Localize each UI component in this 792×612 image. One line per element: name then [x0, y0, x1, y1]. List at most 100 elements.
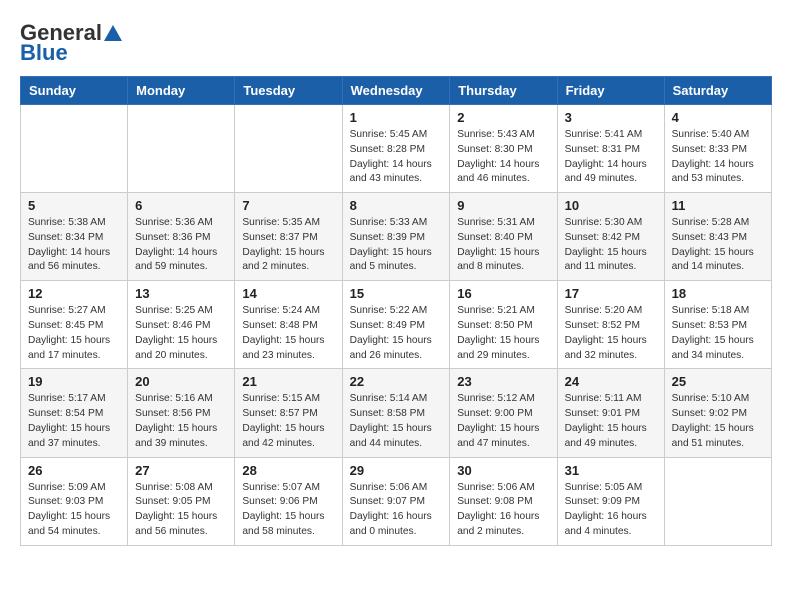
day-info: Sunrise: 5:07 AM Sunset: 9:06 PM Dayligh…	[242, 481, 334, 540]
day-number: 16	[457, 286, 549, 301]
weekday-header-thursday: Thursday	[450, 77, 557, 105]
day-info: Sunrise: 5:24 AM Sunset: 8:48 PM Dayligh…	[242, 304, 334, 363]
day-number: 20	[135, 374, 227, 389]
calendar-cell: 2 Sunrise: 5:43 AM Sunset: 8:30 PM Daylig…	[450, 105, 557, 193]
logo-icon	[102, 23, 124, 45]
calendar-cell	[21, 105, 128, 193]
day-info: Sunrise: 5:28 AM Sunset: 8:43 PM Dayligh…	[672, 216, 764, 275]
day-number: 11	[672, 198, 764, 213]
calendar-cell: 21 Sunrise: 5:15 AM Sunset: 8:57 PM Dayli…	[235, 369, 342, 457]
weekday-header-tuesday: Tuesday	[235, 77, 342, 105]
day-number: 25	[672, 374, 764, 389]
calendar-cell	[235, 105, 342, 193]
calendar-cell: 4 Sunrise: 5:40 AM Sunset: 8:33 PM Daylig…	[664, 105, 771, 193]
day-number: 22	[350, 374, 443, 389]
day-number: 23	[457, 374, 549, 389]
day-number: 4	[672, 110, 764, 125]
calendar-cell: 7 Sunrise: 5:35 AM Sunset: 8:37 PM Daylig…	[235, 193, 342, 281]
calendar-cell: 6Sunrise: 5:36 AM Sunset: 8:36 PM Daylig…	[128, 193, 235, 281]
calendar-cell: 31 Sunrise: 5:05 AM Sunset: 9:09 PM Dayli…	[557, 457, 664, 545]
day-info: Sunrise: 5:17 AM Sunset: 8:54 PM Dayligh…	[28, 392, 120, 451]
day-number: 28	[242, 463, 334, 478]
day-info: Sunrise: 5:12 AM Sunset: 9:00 PM Dayligh…	[457, 392, 549, 451]
calendar-cell: 17Sunrise: 5:20 AM Sunset: 8:52 PM Dayli…	[557, 281, 664, 369]
calendar-week-4: 19 Sunrise: 5:17 AM Sunset: 8:54 PM Dayli…	[21, 369, 772, 457]
day-info: Sunrise: 5:08 AM Sunset: 9:05 PM Dayligh…	[135, 481, 227, 540]
day-info: Sunrise: 5:45 AM Sunset: 8:28 PM Dayligh…	[350, 128, 443, 187]
day-info: Sunrise: 5:41 AM Sunset: 8:31 PM Dayligh…	[565, 128, 657, 187]
calendar-cell: 3 Sunrise: 5:41 AM Sunset: 8:31 PM Daylig…	[557, 105, 664, 193]
day-number: 18	[672, 286, 764, 301]
day-info: Sunrise: 5:33 AM Sunset: 8:39 PM Dayligh…	[350, 216, 443, 275]
day-info: Sunrise: 5:15 AM Sunset: 8:57 PM Dayligh…	[242, 392, 334, 451]
day-number: 30	[457, 463, 549, 478]
day-number: 14	[242, 286, 334, 301]
weekday-header-sunday: Sunday	[21, 77, 128, 105]
calendar-cell: 5Sunrise: 5:38 AM Sunset: 8:34 PM Daylig…	[21, 193, 128, 281]
day-info: Sunrise: 5:20 AM Sunset: 8:52 PM Dayligh…	[565, 304, 657, 363]
calendar-cell: 19 Sunrise: 5:17 AM Sunset: 8:54 PM Dayli…	[21, 369, 128, 457]
weekday-header-saturday: Saturday	[664, 77, 771, 105]
day-info: Sunrise: 5:22 AM Sunset: 8:49 PM Dayligh…	[350, 304, 443, 363]
calendar-cell: 14 Sunrise: 5:24 AM Sunset: 8:48 PM Dayli…	[235, 281, 342, 369]
day-number: 27	[135, 463, 227, 478]
calendar-cell: 24Sunrise: 5:11 AM Sunset: 9:01 PM Dayli…	[557, 369, 664, 457]
logo: General Blue	[20, 20, 124, 66]
day-number: 2	[457, 110, 549, 125]
day-number: 3	[565, 110, 657, 125]
day-info: Sunrise: 5:27 AM Sunset: 8:45 PM Dayligh…	[28, 304, 120, 363]
day-info: Sunrise: 5:16 AM Sunset: 8:56 PM Dayligh…	[135, 392, 227, 451]
day-number: 21	[242, 374, 334, 389]
calendar-cell	[128, 105, 235, 193]
day-number: 19	[28, 374, 120, 389]
day-info: Sunrise: 5:10 AM Sunset: 9:02 PM Dayligh…	[672, 392, 764, 451]
day-number: 8	[350, 198, 443, 213]
calendar-cell: 10 Sunrise: 5:30 AM Sunset: 8:42 PM Dayli…	[557, 193, 664, 281]
day-number: 6	[135, 198, 227, 213]
day-number: 29	[350, 463, 443, 478]
calendar-week-2: 5Sunrise: 5:38 AM Sunset: 8:34 PM Daylig…	[21, 193, 772, 281]
day-info: Sunrise: 5:05 AM Sunset: 9:09 PM Dayligh…	[565, 481, 657, 540]
calendar-week-3: 12Sunrise: 5:27 AM Sunset: 8:45 PM Dayli…	[21, 281, 772, 369]
calendar-cell: 26 Sunrise: 5:09 AM Sunset: 9:03 PM Dayli…	[21, 457, 128, 545]
calendar-cell: 1 Sunrise: 5:45 AM Sunset: 8:28 PM Daylig…	[342, 105, 450, 193]
day-info: Sunrise: 5:18 AM Sunset: 8:53 PM Dayligh…	[672, 304, 764, 363]
weekday-header-friday: Friday	[557, 77, 664, 105]
day-info: Sunrise: 5:43 AM Sunset: 8:30 PM Dayligh…	[457, 128, 549, 187]
day-info: Sunrise: 5:38 AM Sunset: 8:34 PM Dayligh…	[28, 216, 120, 275]
calendar-cell: 28 Sunrise: 5:07 AM Sunset: 9:06 PM Dayli…	[235, 457, 342, 545]
day-number: 7	[242, 198, 334, 213]
day-info: Sunrise: 5:40 AM Sunset: 8:33 PM Dayligh…	[672, 128, 764, 187]
calendar-cell: 13 Sunrise: 5:25 AM Sunset: 8:46 PM Dayli…	[128, 281, 235, 369]
day-info: Sunrise: 5:31 AM Sunset: 8:40 PM Dayligh…	[457, 216, 549, 275]
calendar-cell	[664, 457, 771, 545]
day-info: Sunrise: 5:30 AM Sunset: 8:42 PM Dayligh…	[565, 216, 657, 275]
day-info: Sunrise: 5:25 AM Sunset: 8:46 PM Dayligh…	[135, 304, 227, 363]
day-info: Sunrise: 5:14 AM Sunset: 8:58 PM Dayligh…	[350, 392, 443, 451]
day-number: 26	[28, 463, 120, 478]
calendar-cell: 9 Sunrise: 5:31 AM Sunset: 8:40 PM Daylig…	[450, 193, 557, 281]
day-number: 13	[135, 286, 227, 301]
day-number: 1	[350, 110, 443, 125]
day-number: 15	[350, 286, 443, 301]
calendar-week-1: 1 Sunrise: 5:45 AM Sunset: 8:28 PM Daylig…	[21, 105, 772, 193]
weekday-header-monday: Monday	[128, 77, 235, 105]
day-info: Sunrise: 5:11 AM Sunset: 9:01 PM Dayligh…	[565, 392, 657, 451]
day-number: 10	[565, 198, 657, 213]
day-number: 31	[565, 463, 657, 478]
calendar-cell: 30Sunrise: 5:06 AM Sunset: 9:08 PM Dayli…	[450, 457, 557, 545]
logo-blue: Blue	[20, 40, 68, 66]
calendar-cell: 11 Sunrise: 5:28 AM Sunset: 8:43 PM Dayli…	[664, 193, 771, 281]
day-info: Sunrise: 5:09 AM Sunset: 9:03 PM Dayligh…	[28, 481, 120, 540]
calendar-cell: 20 Sunrise: 5:16 AM Sunset: 8:56 PM Dayli…	[128, 369, 235, 457]
calendar-cell: 15 Sunrise: 5:22 AM Sunset: 8:49 PM Dayli…	[342, 281, 450, 369]
calendar-table: SundayMondayTuesdayWednesdayThursdayFrid…	[20, 76, 772, 546]
calendar-week-5: 26 Sunrise: 5:09 AM Sunset: 9:03 PM Dayli…	[21, 457, 772, 545]
day-number: 9	[457, 198, 549, 213]
calendar-cell: 18 Sunrise: 5:18 AM Sunset: 8:53 PM Dayli…	[664, 281, 771, 369]
calendar-cell: 16 Sunrise: 5:21 AM Sunset: 8:50 PM Dayli…	[450, 281, 557, 369]
calendar-cell: 29Sunrise: 5:06 AM Sunset: 9:07 PM Dayli…	[342, 457, 450, 545]
day-info: Sunrise: 5:21 AM Sunset: 8:50 PM Dayligh…	[457, 304, 549, 363]
day-info: Sunrise: 5:35 AM Sunset: 8:37 PM Dayligh…	[242, 216, 334, 275]
calendar-cell: 25 Sunrise: 5:10 AM Sunset: 9:02 PM Dayli…	[664, 369, 771, 457]
